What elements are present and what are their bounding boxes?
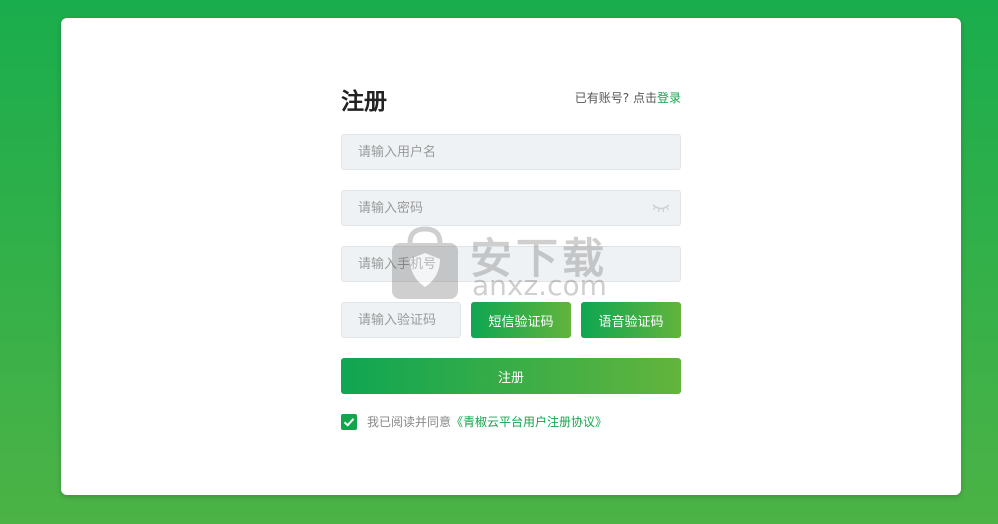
sms-code-button[interactable]: 短信验证码 <box>471 302 571 338</box>
register-button[interactable]: 注册 <box>341 358 681 394</box>
checkmark-icon <box>343 418 355 427</box>
login-link[interactable]: 登录 <box>657 91 681 105</box>
agreement-checkbox[interactable] <box>341 414 357 430</box>
login-hint: 已有账号? 点击登录 <box>575 89 681 106</box>
agreement-text: 我已阅读并同意《青椒云平台用户注册协议》 <box>367 414 607 430</box>
password-input[interactable] <box>341 190 681 226</box>
register-form: 注册 已有账号? 点击登录 短信验证码 语音验证码 注册 <box>341 18 681 495</box>
voice-code-button[interactable]: 语音验证码 <box>581 302 681 338</box>
eye-closed-icon[interactable] <box>651 199 671 215</box>
register-card: 注册 已有账号? 点击登录 短信验证码 语音验证码 注册 <box>61 18 961 495</box>
username-input[interactable] <box>341 134 681 170</box>
page-title: 注册 <box>341 89 387 115</box>
verification-code-input[interactable] <box>341 302 461 338</box>
phone-input[interactable] <box>341 246 681 282</box>
login-prompt: 已有账号? 点击 <box>574 91 657 105</box>
agreement-link[interactable]: 《青椒云平台用户注册协议》 <box>451 415 607 429</box>
agreement-prefix: 我已阅读并同意 <box>367 415 452 429</box>
